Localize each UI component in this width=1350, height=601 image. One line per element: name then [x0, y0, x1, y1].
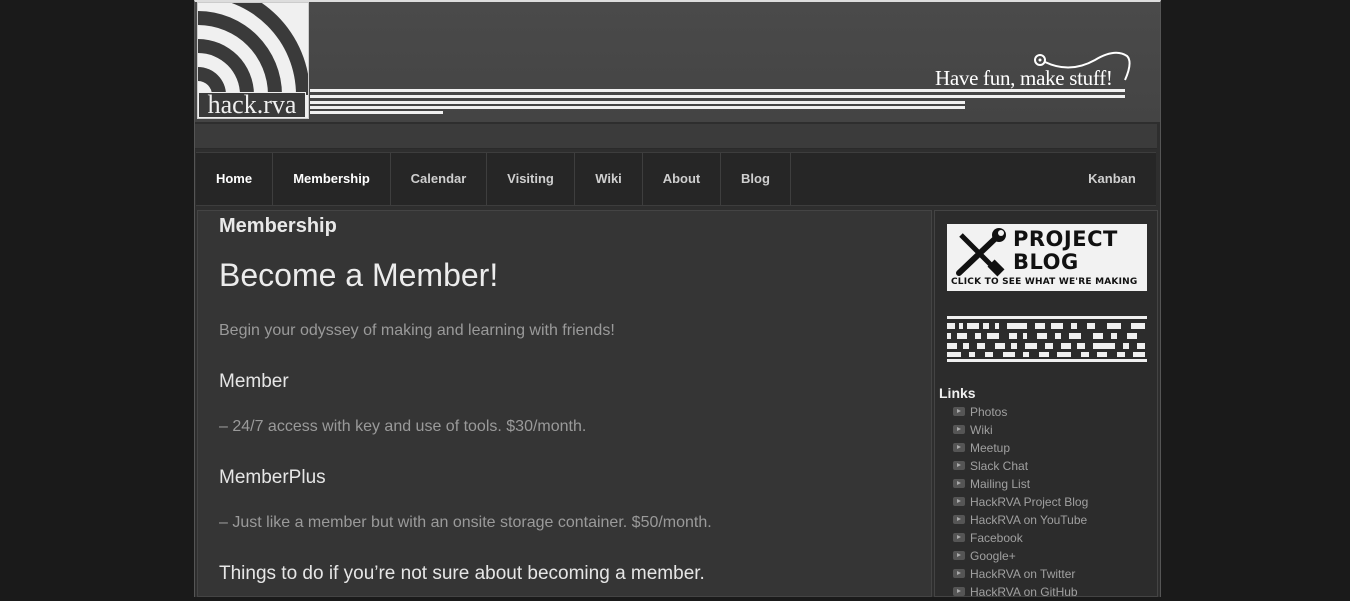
- link-label: Slack Chat: [970, 459, 1029, 473]
- link-facebook[interactable]: Facebook: [953, 529, 1088, 547]
- link-label: HackRVA on GitHub: [970, 585, 1078, 599]
- link-mailing-list[interactable]: Mailing List: [953, 475, 1088, 493]
- intro-text: Begin your odyssey of making and learnin…: [219, 322, 615, 339]
- link-bullet-icon: [953, 497, 965, 506]
- header-line: [310, 106, 965, 109]
- link-project-blog[interactable]: HackRVA Project Blog: [953, 493, 1088, 511]
- nav-wiki[interactable]: Wiki: [575, 153, 643, 205]
- sidebar: PROJECT BLOG CLICK TO SEE WHAT WE'RE MAK…: [934, 210, 1158, 599]
- main-content: Membership Become a Member! Begin your o…: [197, 210, 932, 597]
- project-blog-banner[interactable]: PROJECT BLOG CLICK TO SEE WHAT WE'RE MAK…: [947, 224, 1147, 291]
- link-bullet-icon: [953, 515, 965, 524]
- main-nav: Home Membership Calendar Visiting Wiki A…: [196, 152, 1156, 206]
- section-text-member: – 24/7 access with key and use of tools.…: [219, 418, 587, 435]
- section-text-memberplus: – Just like a member but with an onsite …: [219, 514, 712, 531]
- site-tagline: Have fun, make stuff!: [935, 66, 1113, 90]
- links-list: Photos Wiki Meetup Slack Chat Mailing Li…: [953, 403, 1088, 601]
- page-title: Become a Member!: [219, 257, 499, 293]
- link-label: Photos: [970, 405, 1008, 419]
- nav-calendar[interactable]: Calendar: [391, 153, 487, 205]
- link-bullet-icon: [953, 479, 965, 488]
- link-bullet-icon: [953, 551, 965, 560]
- link-google-plus[interactable]: Google+: [953, 547, 1088, 565]
- link-label: Wiki: [970, 423, 993, 437]
- section-heading-memberplus: MemberPlus: [219, 467, 326, 488]
- project-blog-subtitle: CLICK TO SEE WHAT WE'RE MAKING: [951, 277, 1138, 287]
- section-heading-member: Member: [219, 371, 289, 392]
- nav-home[interactable]: Home: [196, 153, 273, 205]
- link-slack-chat[interactable]: Slack Chat: [953, 457, 1088, 475]
- link-wiki[interactable]: Wiki: [953, 421, 1088, 439]
- nav-blog[interactable]: Blog: [721, 153, 791, 205]
- link-twitter[interactable]: HackRVA on Twitter: [953, 565, 1088, 583]
- header-line: [310, 101, 965, 104]
- project-blog-title-line1: PROJECT: [1013, 227, 1118, 251]
- link-photos[interactable]: Photos: [953, 403, 1088, 421]
- header-line: [310, 111, 443, 114]
- page-container: hack.rva Have fun, make stuff! Home Memb…: [194, 0, 1161, 599]
- pixel-banner-icon[interactable]: [947, 316, 1147, 362]
- link-bullet-icon: [953, 425, 965, 434]
- link-label: HackRVA on YouTube: [970, 513, 1088, 527]
- link-label: Google+: [970, 549, 1016, 563]
- subheading: Things to do if you’re not sure about be…: [219, 563, 705, 584]
- link-bullet-icon: [953, 407, 965, 416]
- link-bullet-icon: [953, 533, 965, 542]
- header-subbar: [195, 124, 1157, 149]
- link-label: HackRVA on Twitter: [970, 567, 1076, 581]
- link-label: Mailing List: [970, 477, 1031, 491]
- link-youtube[interactable]: HackRVA on YouTube: [953, 511, 1088, 529]
- link-bullet-icon: [953, 443, 965, 452]
- project-blog-title: PROJECT BLOG: [1013, 228, 1118, 274]
- link-meetup[interactable]: Meetup: [953, 439, 1088, 457]
- link-label: Meetup: [970, 441, 1011, 455]
- nav-visiting[interactable]: Visiting: [487, 153, 575, 205]
- link-github[interactable]: HackRVA on GitHub: [953, 583, 1088, 601]
- header-line: [310, 95, 1125, 98]
- project-blog-title-line2: BLOG: [1013, 250, 1079, 274]
- link-label: Facebook: [970, 531, 1023, 545]
- page-heading: Membership: [219, 215, 337, 237]
- site-logo[interactable]: hack.rva: [197, 2, 309, 119]
- logo-rings-icon: [198, 3, 308, 95]
- links-heading: Links: [939, 385, 976, 401]
- site-header: hack.rva Have fun, make stuff!: [195, 2, 1160, 122]
- nav-kanban[interactable]: Kanban: [1070, 153, 1154, 205]
- nav-membership[interactable]: Membership: [273, 153, 391, 205]
- link-bullet-icon: [953, 461, 965, 470]
- wrench-screwdriver-icon: [956, 228, 1006, 277]
- logo-text: hack.rva: [198, 92, 306, 118]
- nav-about[interactable]: About: [643, 153, 721, 205]
- link-bullet-icon: [953, 569, 965, 578]
- link-label: HackRVA Project Blog: [970, 495, 1089, 509]
